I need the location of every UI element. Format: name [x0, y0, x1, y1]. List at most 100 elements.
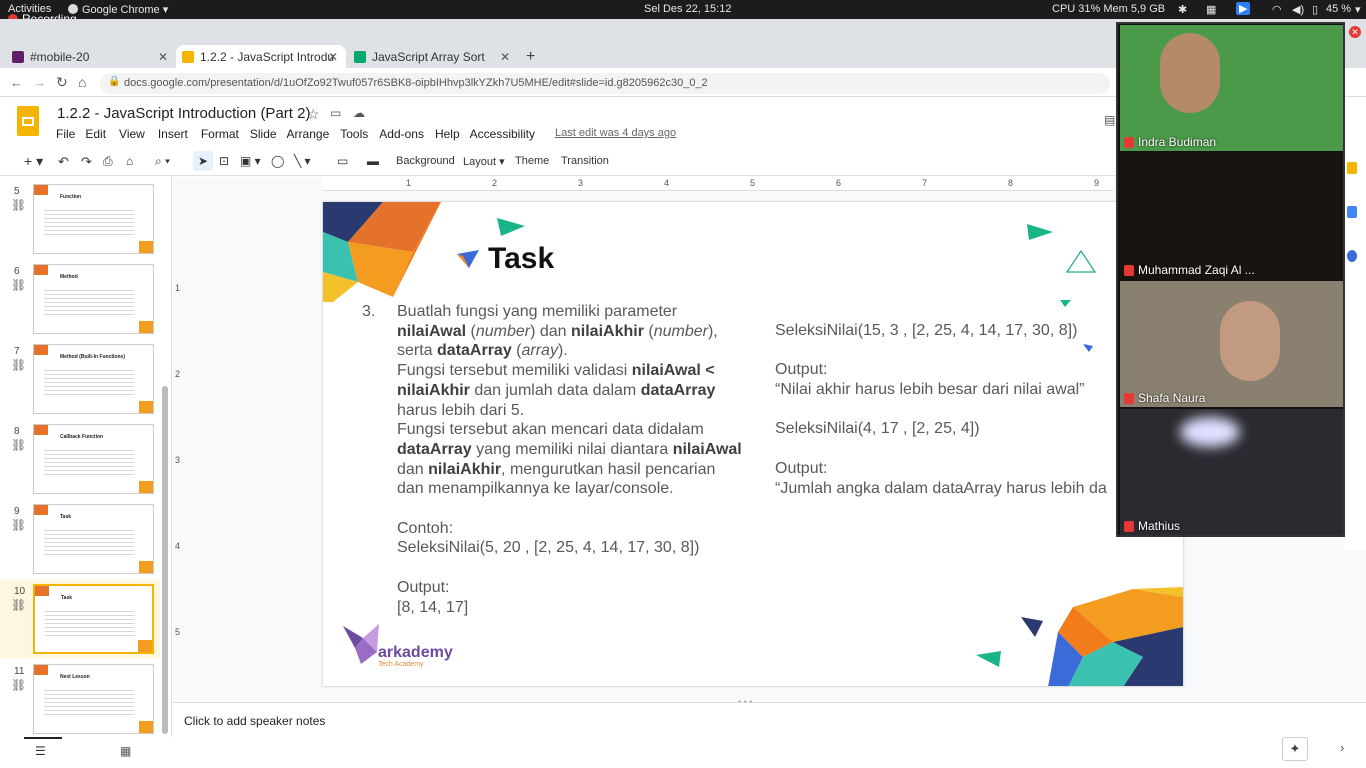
- menu-accessibility[interactable]: Accessibility: [470, 127, 535, 141]
- tab-array-sort[interactable]: JavaScript Array Sort ✕: [354, 45, 516, 69]
- bluetooth-icon[interactable]: ✱: [1178, 3, 1187, 16]
- bottom-right-polygon-art: [976, 587, 1183, 686]
- participant-tile[interactable]: Mathius: [1120, 409, 1343, 535]
- slide-canvas[interactable]: Task 3. Buatlah fungsi yang memiliki par…: [323, 202, 1183, 686]
- undo-icon[interactable]: ↶: [58, 154, 69, 170]
- battery-icon[interactable]: ▯: [1312, 3, 1318, 16]
- battery-level: 45 %: [1326, 3, 1352, 15]
- clock[interactable]: Sel Des 22, 15:12: [644, 3, 731, 15]
- slide-thumbnail[interactable]: Task: [33, 584, 154, 654]
- tab-slides[interactable]: 1.2.2 - JavaScript Introdu ✕: [182, 45, 344, 69]
- volume-icon[interactable]: ◀): [1292, 3, 1304, 16]
- slide-number: 10: [14, 586, 26, 597]
- menu-addons[interactable]: Add-ons: [379, 127, 424, 141]
- grid-view-icon[interactable]: ▦: [120, 744, 131, 758]
- keep-icon[interactable]: [1347, 162, 1357, 174]
- thumbnail-text-lines: [44, 527, 134, 557]
- paint-format-icon[interactable]: ⌂: [126, 154, 133, 168]
- lock-icon[interactable]: 🔒: [108, 76, 120, 87]
- speaker-notes[interactable]: Click to add speaker notes: [173, 702, 1366, 738]
- tab-mobile-20[interactable]: #mobile-20 ✕: [12, 45, 174, 69]
- participant-tile[interactable]: Muhammad Zaqi Al ...: [1120, 153, 1343, 279]
- print-icon[interactable]: ⎙: [103, 154, 113, 169]
- thumbnail-art: [139, 321, 153, 333]
- layout-button[interactable]: Layout ▾: [463, 155, 505, 168]
- textbox-icon[interactable]: ⊡: [219, 154, 229, 168]
- slide-number: 6: [14, 266, 20, 277]
- cloud-status-icon[interactable]: ☁: [353, 106, 365, 120]
- green-triangle-decor: [497, 218, 525, 236]
- slide-thumbnail[interactable]: Method (Built-In Functions): [33, 344, 154, 414]
- zoom-icon[interactable]: ⌕ ▾: [155, 154, 170, 169]
- menu-help[interactable]: Help: [435, 127, 460, 141]
- slide-thumbnail[interactable]: Function: [33, 184, 154, 254]
- thumbnail-art: [139, 481, 153, 493]
- menu-insert[interactable]: Insert: [158, 127, 188, 141]
- menu-bar: File Edit View Insert Format Slide Arran…: [56, 127, 676, 141]
- thumbnail-title: Task: [60, 514, 72, 520]
- network-icon[interactable]: ▦: [1206, 3, 1216, 16]
- last-edit-link[interactable]: Last edit was 4 days ago: [555, 127, 676, 141]
- calendar-icon[interactable]: [1347, 250, 1357, 262]
- move-folder-icon[interactable]: ▭: [330, 106, 341, 120]
- thumbnail-art: [34, 345, 48, 355]
- select-tool-icon[interactable]: ➤: [193, 151, 213, 171]
- close-video-panel-icon[interactable]: ✕: [1349, 26, 1361, 38]
- reload-icon[interactable]: ↻: [56, 74, 68, 91]
- power-menu-icon[interactable]: ▾: [1355, 3, 1361, 16]
- filmstrip-view-icon[interactable]: ☰: [35, 744, 46, 758]
- comment-add-icon[interactable]: ▭: [337, 154, 348, 168]
- slide-thumbnail[interactable]: Callback Function: [33, 424, 154, 494]
- shape-icon[interactable]: ◯: [271, 154, 284, 168]
- thumbnail-art: [138, 640, 152, 652]
- slide-thumbnail[interactable]: Method: [33, 264, 154, 334]
- thumbnail-art: [34, 425, 48, 435]
- keyboard-icon[interactable]: ▬: [367, 154, 379, 168]
- tasks-icon[interactable]: [1347, 206, 1357, 218]
- wifi-icon[interactable]: ◠: [1272, 3, 1282, 16]
- doc-title[interactable]: 1.2.2 - JavaScript Introduction (Part 2): [57, 105, 310, 122]
- menu-view[interactable]: View: [119, 127, 145, 141]
- example-output: [8, 14, 17]: [397, 598, 469, 616]
- close-tab-icon[interactable]: ✕: [500, 50, 510, 64]
- comments-icon[interactable]: ▤: [1104, 113, 1115, 127]
- redo-icon[interactable]: ↷: [81, 154, 92, 170]
- line-icon[interactable]: ╲ ▾: [294, 154, 311, 168]
- menu-format[interactable]: Format: [201, 127, 239, 141]
- video-call-panel: Indra Budiman Muhammad Zaqi Al ... Shafa…: [1116, 22, 1345, 537]
- close-tab-icon[interactable]: ✕: [158, 50, 168, 64]
- participant-face: [1220, 301, 1280, 381]
- participant-tile[interactable]: Shafa Naura: [1120, 281, 1343, 407]
- home-icon[interactable]: ⌂: [78, 74, 86, 90]
- menu-edit[interactable]: Edit: [85, 127, 106, 141]
- menu-slide[interactable]: Slide: [250, 127, 277, 141]
- menu-file[interactable]: File: [56, 127, 75, 141]
- image-icon[interactable]: ▣ ▾: [240, 154, 261, 168]
- thumbnail-text-lines: [44, 287, 134, 317]
- thumbnail-art: [34, 265, 48, 275]
- participant-tile[interactable]: Indra Budiman: [1120, 25, 1343, 151]
- slide-thumbnail[interactable]: Next Lesson: [33, 664, 154, 734]
- forward-icon[interactable]: →: [33, 75, 46, 90]
- app-menu[interactable]: Google Chrome ▾: [68, 3, 168, 16]
- participant-face: [1160, 33, 1220, 113]
- thumbnail-title: Callback Function: [60, 434, 104, 440]
- star-icon[interactable]: ☆: [307, 106, 320, 123]
- slides-logo-icon[interactable]: [17, 106, 39, 136]
- background-button[interactable]: Background: [396, 155, 455, 167]
- transition-button[interactable]: Transition: [561, 155, 609, 167]
- explore-icon[interactable]: ✦: [1282, 737, 1308, 761]
- back-icon[interactable]: ←: [10, 75, 23, 90]
- close-tab-icon[interactable]: ✕: [328, 50, 338, 64]
- url-input[interactable]: docs.google.com/presentation/d/1uOfZo92T…: [100, 73, 1110, 94]
- theme-button[interactable]: Theme: [515, 155, 549, 167]
- new-slide-icon[interactable]: + ▾: [24, 153, 43, 170]
- zoom-app-icon[interactable]: ▶: [1236, 2, 1251, 15]
- slide-thumbnail[interactable]: Task: [33, 504, 154, 574]
- link-icon: ⛓: [11, 518, 27, 532]
- menu-arrange[interactable]: Arrange: [287, 127, 330, 141]
- filmstrip-scrollbar[interactable]: [162, 386, 168, 734]
- menu-tools[interactable]: Tools: [340, 127, 368, 141]
- new-tab-icon[interactable]: +: [526, 48, 535, 66]
- side-panel-toggle-icon[interactable]: ›: [1340, 740, 1344, 755]
